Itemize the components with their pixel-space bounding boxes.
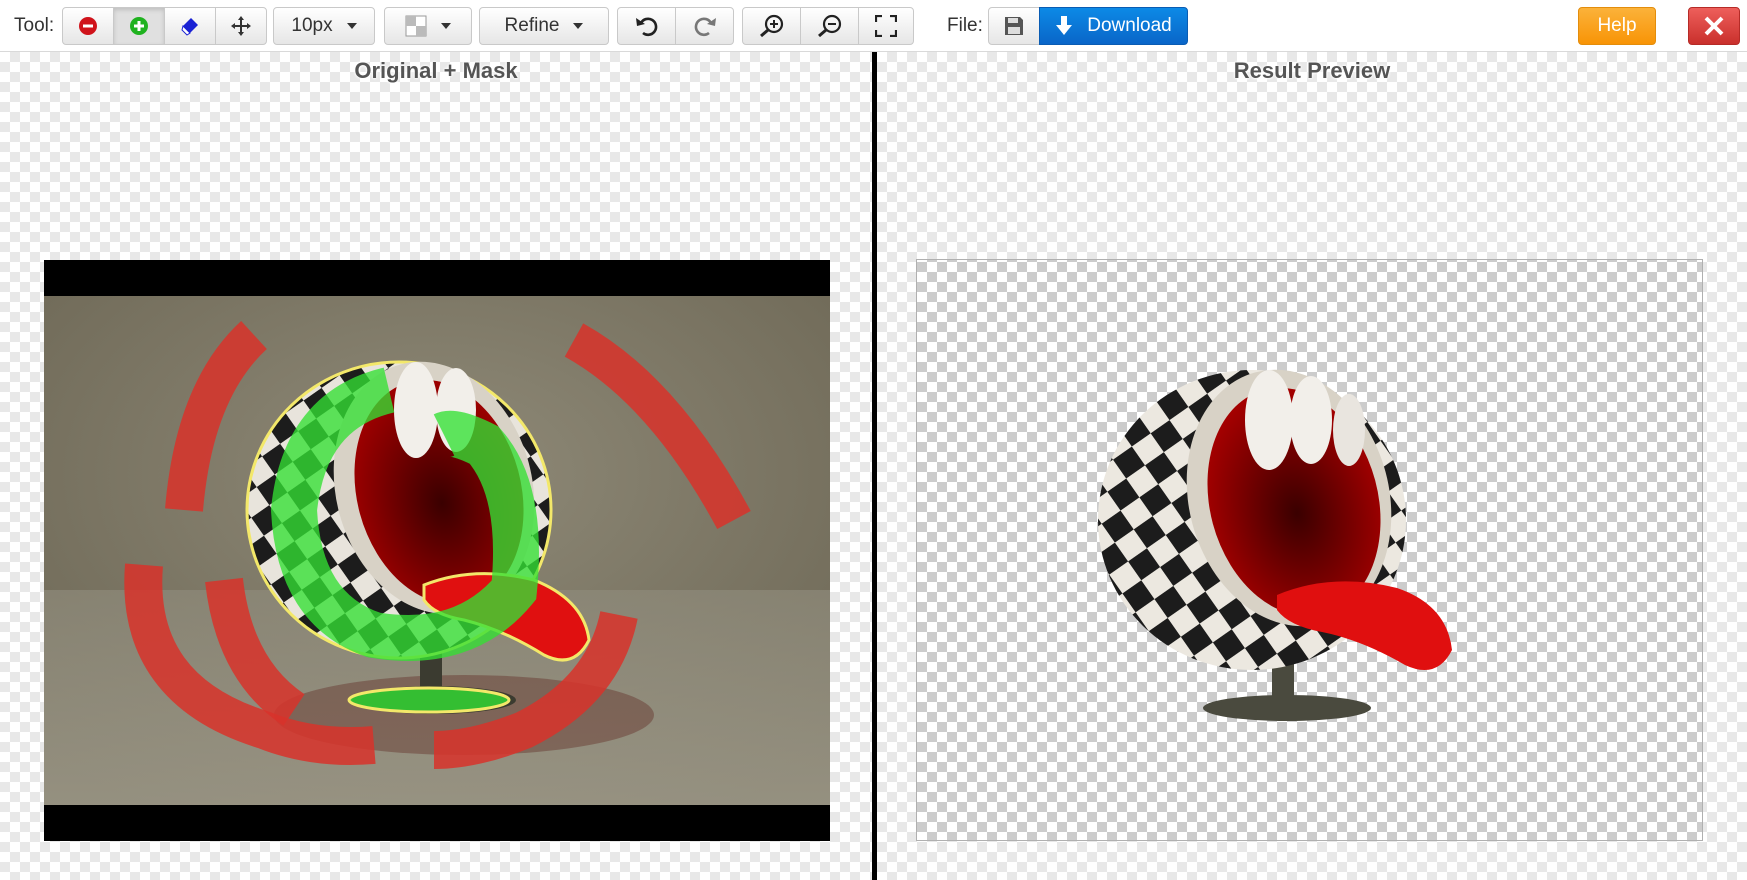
file-group: Download (988, 7, 1188, 45)
close-button[interactable] (1688, 7, 1740, 45)
zoom-out-icon (817, 14, 843, 38)
canvas-padding (44, 102, 830, 260)
zoom-in-icon (759, 14, 785, 38)
result-image[interactable] (916, 259, 1703, 841)
close-icon (1703, 15, 1725, 37)
save-icon (1004, 16, 1024, 36)
fit-screen-icon (875, 15, 897, 37)
result-preview-title: Result Preview (1233, 58, 1391, 83)
brush-size-dropdown[interactable]: 10px (273, 7, 375, 45)
zoom-group (742, 7, 914, 45)
zoom-out-button[interactable] (800, 7, 859, 45)
canvas-padding (916, 102, 1703, 259)
canvas-padding (44, 841, 830, 880)
download-button[interactable]: Download (1039, 7, 1188, 45)
chevron-down-icon (346, 23, 357, 29)
canvas-padding (1703, 102, 1747, 880)
view-mode-icon (405, 15, 427, 37)
undo-button[interactable] (617, 7, 676, 45)
redo-icon (693, 15, 717, 37)
tool-label: Tool: (14, 15, 55, 36)
original-image-with-mask[interactable] (44, 260, 830, 841)
original-mask-panel[interactable]: Original + Mask (0, 52, 872, 880)
canvas-padding (830, 102, 872, 880)
refine-dropdown[interactable]: Refine (479, 7, 609, 45)
history-group (617, 7, 734, 45)
refine-label: Refine (504, 15, 560, 36)
chevron-down-icon (573, 23, 584, 29)
canvas-padding (916, 841, 1703, 880)
brush-size-group: 10px (273, 7, 375, 45)
save-button[interactable] (988, 7, 1040, 45)
fit-screen-button[interactable] (858, 7, 914, 45)
move-tool-button[interactable] (215, 7, 267, 45)
toolbar: Tool: 10px Refine File: Download Help (0, 0, 1747, 52)
eraser-tool-button[interactable] (164, 7, 216, 45)
redo-button[interactable] (675, 7, 734, 45)
canvas-padding (0, 102, 44, 880)
add-tool-button[interactable] (113, 7, 165, 45)
brush-size-value: 10px (291, 15, 333, 36)
download-icon (1055, 16, 1073, 36)
file-label: File: (947, 15, 983, 36)
chevron-down-icon (441, 23, 451, 29)
help-button[interactable]: Help (1578, 7, 1656, 45)
eraser-icon (180, 16, 200, 36)
tool-group (62, 7, 267, 45)
result-preview-panel[interactable]: Result Preview (877, 52, 1747, 880)
move-arrows-icon (230, 15, 252, 37)
undo-icon (635, 15, 659, 37)
plus-circle-icon (129, 16, 149, 36)
view-mode-dropdown[interactable] (384, 7, 472, 45)
zoom-in-button[interactable] (742, 7, 801, 45)
view-mode-group (384, 7, 472, 45)
remove-tool-button[interactable] (62, 7, 114, 45)
refine-group: Refine (479, 7, 609, 45)
minus-circle-icon (78, 16, 98, 36)
download-label: Download (1087, 15, 1172, 36)
canvas-padding (877, 102, 916, 880)
original-mask-title: Original + Mask (354, 58, 518, 83)
